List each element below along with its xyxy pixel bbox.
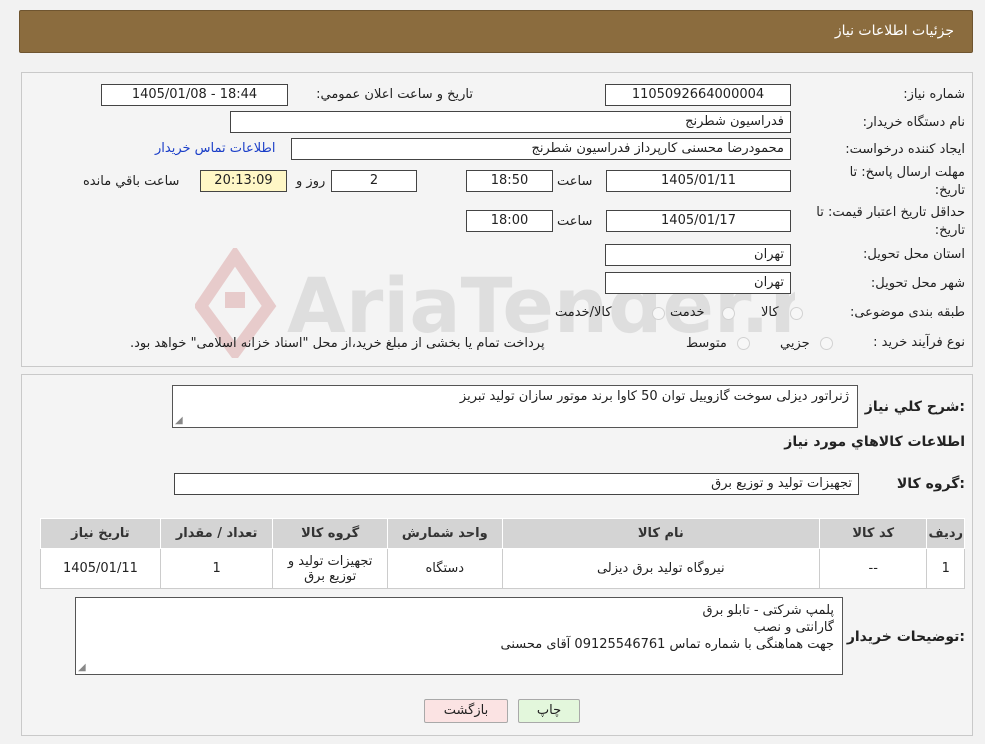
province-field: تهران bbox=[605, 244, 791, 266]
cell-item-name: نیروگاه تولید برق دیزلی bbox=[501, 548, 820, 589]
back-button[interactable]: بازگشت bbox=[424, 699, 508, 723]
process-minor-label: جزيي bbox=[780, 336, 810, 351]
process-medium-label: متوسط bbox=[686, 336, 727, 351]
description-textarea[interactable]: ژنراتور دیزلی سوخت گازوییل توان 50 کاوا … bbox=[172, 385, 858, 428]
resize-grip-icon[interactable]: ◢ bbox=[78, 663, 86, 673]
validity-label: حداقل تاريخ اعتبار قيمت: تا bbox=[816, 205, 965, 220]
deadline-label-date: تاريخ: bbox=[934, 183, 965, 198]
cell-need-date: 1405/01/11 bbox=[40, 548, 161, 589]
city-field: تهران bbox=[605, 272, 791, 294]
buyer-org-label: نام دستگاه خريدار: bbox=[862, 115, 965, 130]
buyer-notes-textarea[interactable]: پلمپ شرکتی - تابلو برق گارانتی و نصب جهت… bbox=[75, 597, 843, 675]
remaining-time-field: 20:13:09 bbox=[200, 170, 287, 192]
col-header-row-number: رديف bbox=[926, 518, 965, 549]
col-header-group: گروه كالا bbox=[272, 518, 388, 549]
announce-datetime-field: 1405/01/08 - 18:44 bbox=[101, 84, 288, 106]
items-table: رديف كد كالا نام كالا واحد شمارش گروه كا… bbox=[40, 518, 965, 589]
col-header-item-name: نام كالا bbox=[501, 518, 820, 549]
items-section-title: اطلاعات كالاهاي مورد نياز bbox=[784, 434, 965, 450]
resize-grip-icon[interactable]: ◢ bbox=[175, 416, 183, 426]
category-goods-label: كالا bbox=[761, 305, 779, 320]
province-label: استان محل تحويل: bbox=[863, 247, 965, 262]
buyer-org-field: فدراسیون شطرنج bbox=[230, 111, 791, 133]
days-label: روز و bbox=[296, 174, 326, 189]
category-label: طبقه بندی موضوعی: bbox=[849, 305, 965, 320]
deadline-date-field: 1405/01/11 bbox=[606, 170, 791, 192]
need-number-field: 1105092664000004 bbox=[605, 84, 791, 106]
buyer-contact-link[interactable]: اطلاعات تماس خريدار bbox=[155, 141, 275, 156]
creator-field: محمودرضا محسنی کارپرداز فدراسیون شطرنج bbox=[291, 138, 791, 160]
validity-time-label: ساعت bbox=[557, 214, 593, 229]
cell-quantity: 1 bbox=[159, 548, 274, 589]
buyer-notes-label: توضيحات خريدار: bbox=[846, 629, 965, 645]
category-goods-service-label: كالا/خدمت bbox=[555, 305, 612, 320]
deadline-label: مهلت ارسال پاسخ: تا bbox=[849, 165, 965, 180]
validity-date-field: 1405/01/17 bbox=[606, 210, 791, 232]
need-number-label: شماره نیاز: bbox=[903, 87, 965, 102]
cell-item-code: -- bbox=[818, 548, 928, 589]
col-header-quantity: تعداد / مقدار bbox=[159, 518, 274, 549]
items-table-header-row: رديف كد كالا نام كالا واحد شمارش گروه كا… bbox=[40, 518, 965, 549]
announce-label: تاریخ و ساعت اعلان عمومي: bbox=[316, 87, 473, 102]
cell-group: تجهیزات تولید و توزیع برق bbox=[272, 548, 388, 589]
creator-label: ايجاد كننده درخواست: bbox=[845, 142, 965, 157]
days-remaining-field: 2 bbox=[331, 170, 417, 192]
validity-label-date: تاريخ: bbox=[934, 223, 965, 238]
cell-unit: دستگاه bbox=[386, 548, 503, 589]
city-label: شهر محل تحويل: bbox=[870, 276, 965, 291]
col-header-unit: واحد شمارش bbox=[386, 518, 503, 549]
page-header: جزئیات اطلاعات نیاز bbox=[19, 10, 973, 53]
goods-group-label: گروه كالا: bbox=[896, 476, 965, 492]
process-minor-radio[interactable] bbox=[820, 337, 833, 350]
description-text: ژنراتور دیزلی سوخت گازوییل توان 50 کاوا … bbox=[459, 389, 849, 404]
validity-time-field: 18:00 bbox=[466, 210, 553, 232]
buyer-notes-line: جهت هماهنگی با شماره تماس 09125546761 آق… bbox=[500, 637, 834, 652]
table-row: 1 -- نیروگاه تولید برق دیزلی دستگاه تجهی… bbox=[40, 548, 965, 589]
buyer-notes-line: گارانتی و نصب bbox=[753, 620, 834, 635]
goods-group-field: تجهیزات تولید و توزیع برق bbox=[174, 473, 859, 495]
category-goods-radio[interactable] bbox=[790, 307, 803, 320]
buyer-notes-line: پلمپ شرکتی - تابلو برق bbox=[702, 603, 834, 618]
process-medium-radio[interactable] bbox=[737, 337, 750, 350]
col-header-item-code: كد كالا bbox=[818, 518, 928, 549]
category-goods-service-radio[interactable] bbox=[652, 307, 665, 320]
process-treasury-note: پرداخت تمام يا بخشی از مبلغ خريد،از محل … bbox=[130, 336, 545, 351]
col-header-need-date: تاريخ نياز bbox=[40, 518, 161, 549]
cell-row-number: 1 bbox=[926, 548, 965, 589]
remaining-label: ساعت باقي مانده bbox=[83, 174, 180, 189]
category-service-label: خدمت bbox=[670, 305, 705, 320]
description-label: شرح كلي نياز: bbox=[864, 399, 965, 415]
deadline-time-field: 18:50 bbox=[466, 170, 553, 192]
process-label: نوع فرآيند خريد : bbox=[873, 335, 965, 350]
category-service-radio[interactable] bbox=[722, 307, 735, 320]
page-title: جزئیات اطلاعات نیاز bbox=[834, 23, 954, 39]
deadline-time-label: ساعت bbox=[557, 174, 593, 189]
print-button[interactable]: چاپ bbox=[518, 699, 580, 723]
